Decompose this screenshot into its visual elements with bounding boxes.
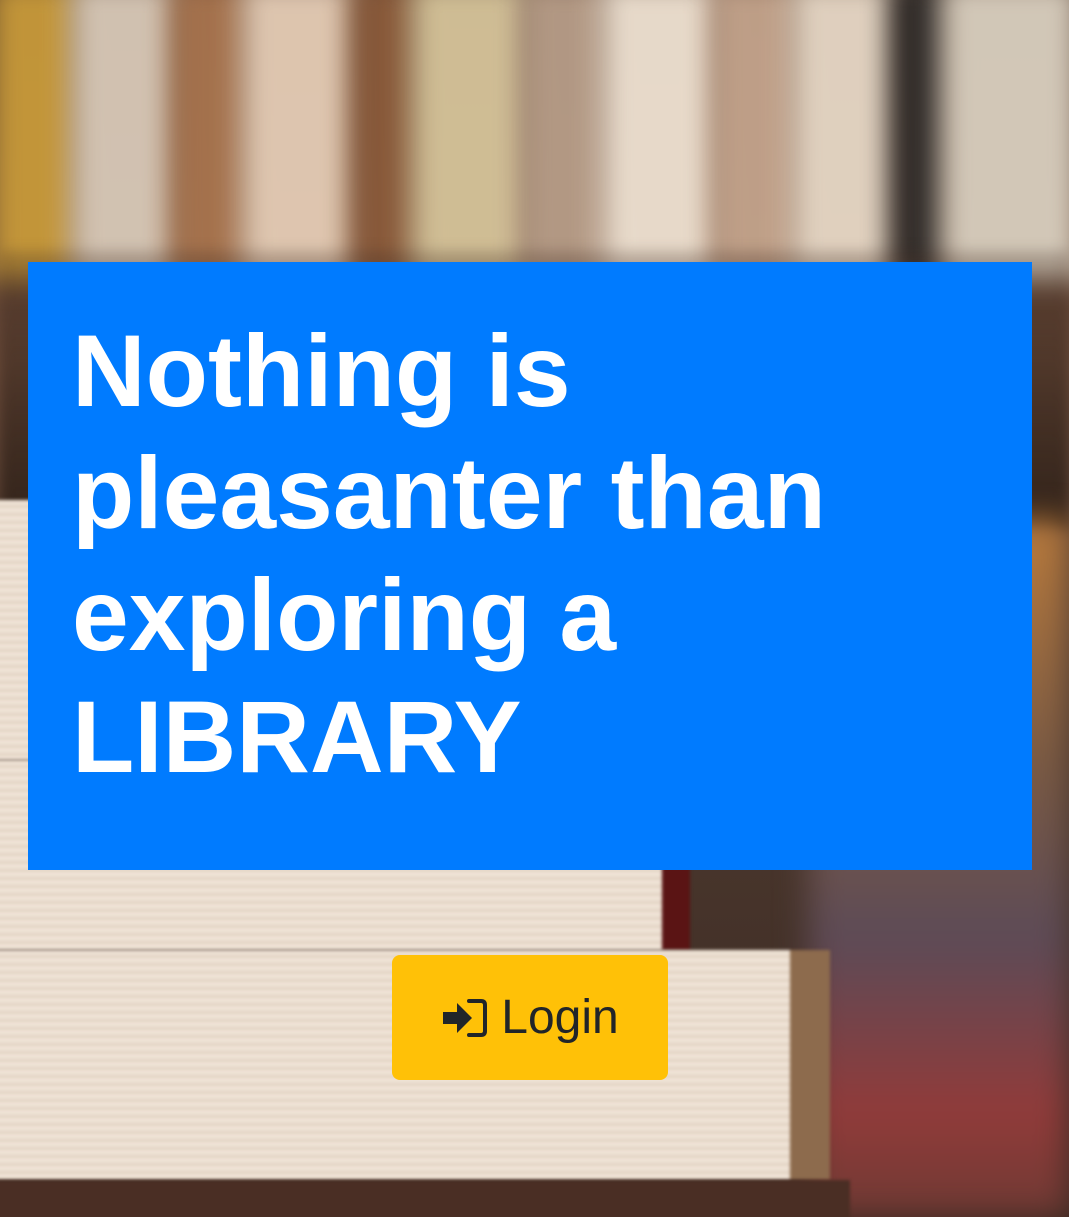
sign-in-icon [441, 998, 488, 1038]
book-stack-base [0, 1180, 850, 1217]
hero-title: Nothing is pleasanter than exploring a L… [72, 314, 826, 794]
page: Nothing is pleasanter than exploring a L… [0, 0, 1069, 1217]
login-button[interactable]: Login [392, 955, 668, 1080]
hero-banner: Nothing is pleasanter than exploring a L… [28, 262, 1032, 870]
login-button-label: Login [501, 991, 619, 1044]
